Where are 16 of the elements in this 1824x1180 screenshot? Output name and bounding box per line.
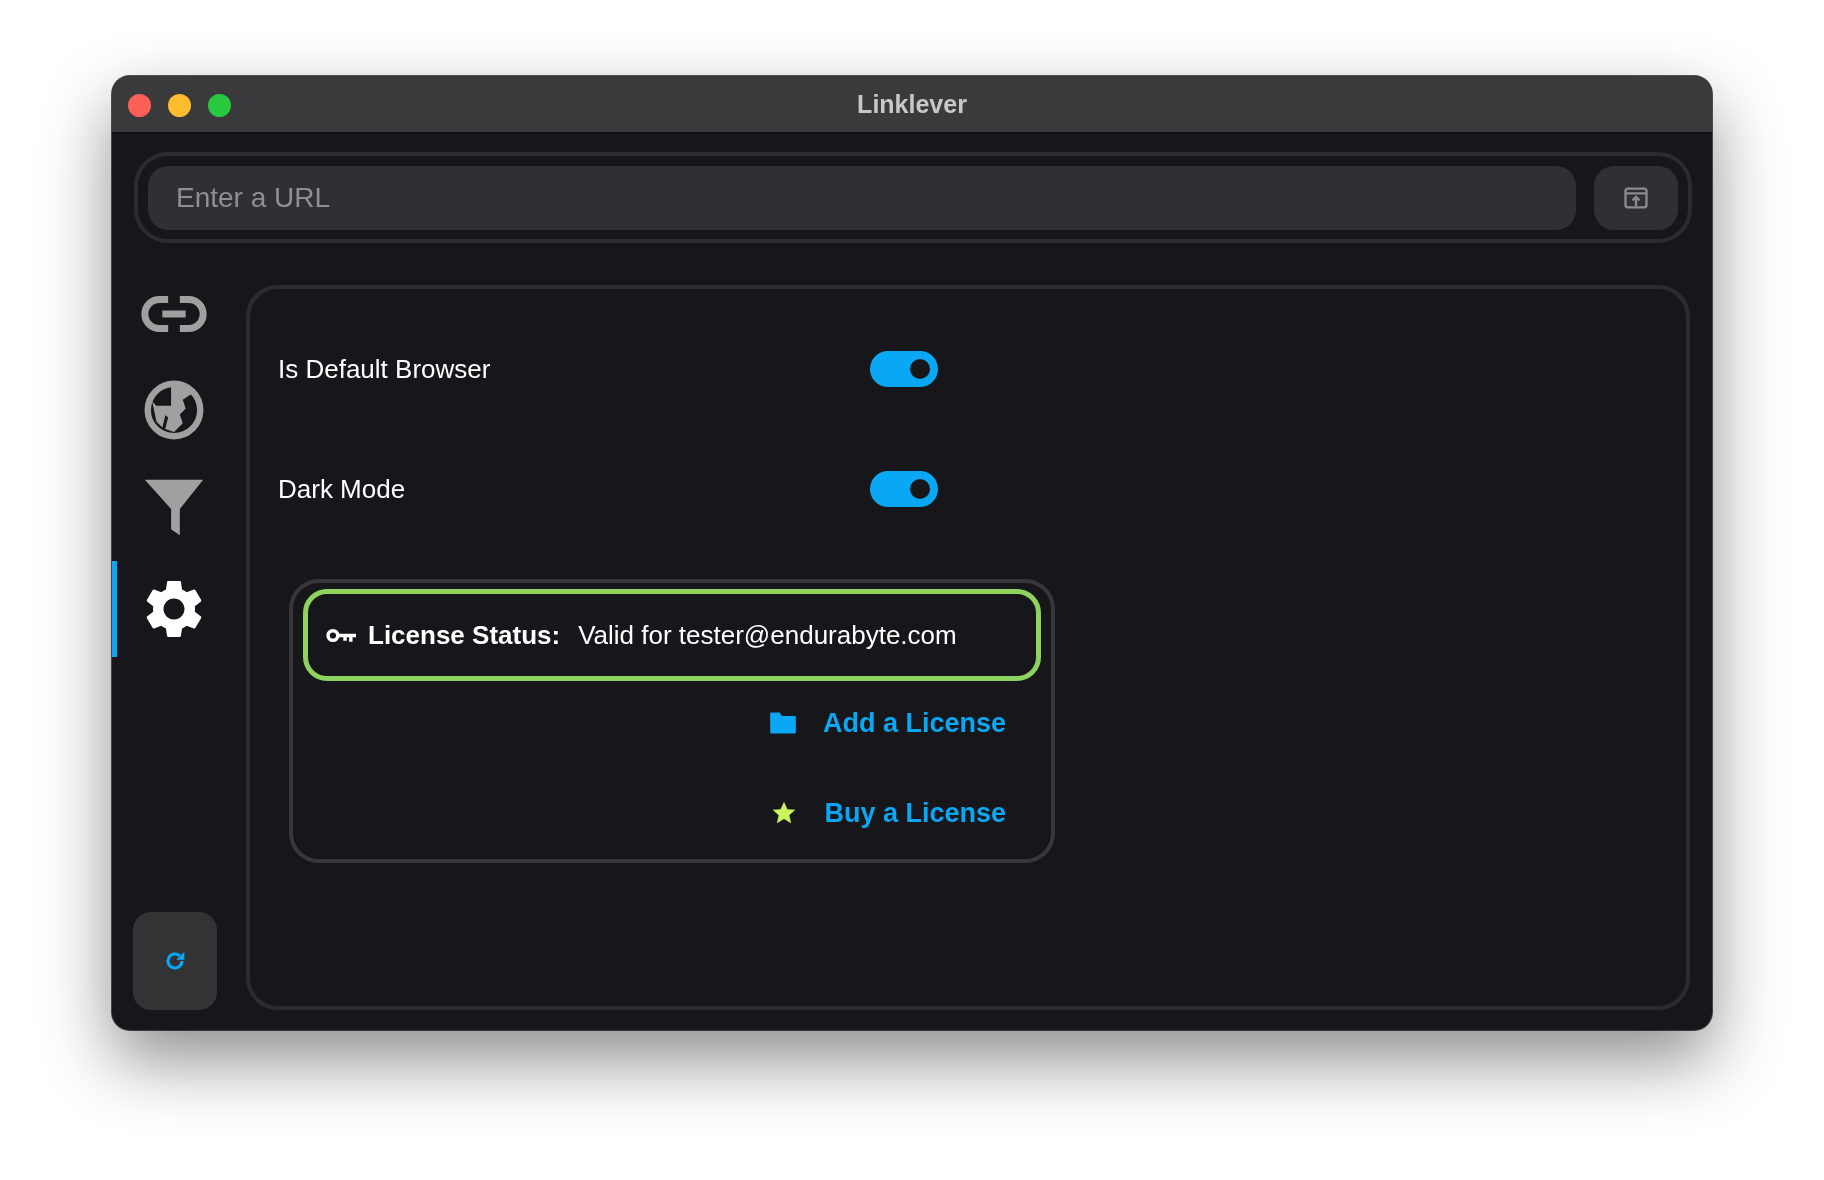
license-status-label: License Status: — [368, 619, 561, 651]
url-field[interactable]: Enter a URL — [148, 165, 1576, 230]
open-button[interactable] — [1594, 165, 1678, 230]
close-button[interactable] — [128, 94, 151, 117]
license-link[interactable]: Buy a License — [824, 797, 1006, 829]
setting-label: Is Default Browser — [278, 353, 491, 385]
folder-icon — [768, 710, 797, 736]
license-status-value: Valid for tester@endurabyte.com — [578, 619, 957, 651]
minimize-button[interactable] — [168, 94, 191, 117]
setting-label: Dark Mode — [278, 473, 406, 505]
zoom-button[interactable] — [208, 94, 231, 117]
toggle-switch[interactable] — [870, 471, 938, 507]
key-icon — [326, 626, 356, 644]
window-title: Linklever — [857, 89, 967, 119]
toggle-switch[interactable] — [870, 351, 938, 387]
license-link[interactable]: Add a License — [822, 707, 1006, 739]
